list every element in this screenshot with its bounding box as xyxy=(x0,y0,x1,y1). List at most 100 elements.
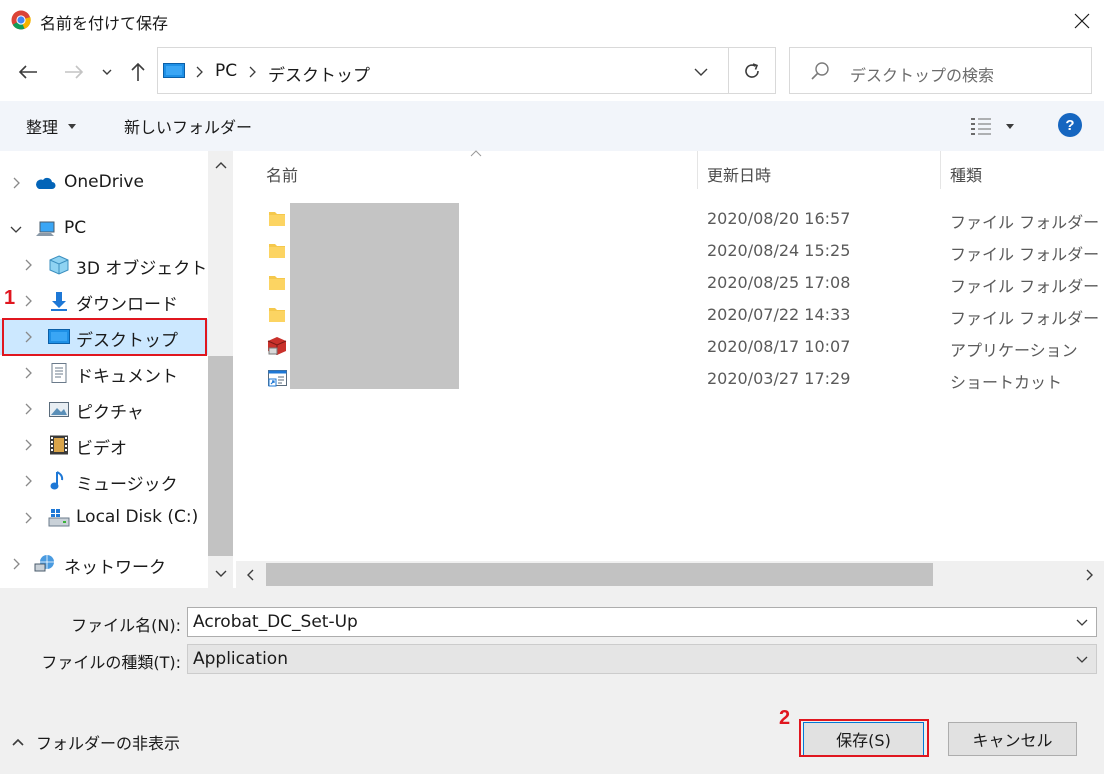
chevron-down-icon xyxy=(1076,656,1088,663)
chrome-icon xyxy=(11,10,31,30)
nav-label: ドキュメント xyxy=(76,367,178,387)
nav-label: ネットワーク xyxy=(64,558,166,578)
forward-button[interactable] xyxy=(56,56,92,88)
chevron-right-icon xyxy=(13,177,20,189)
nav-scrollbar[interactable] xyxy=(208,151,233,588)
column-header-type[interactable]: 種類 xyxy=(950,162,982,186)
column-header-name[interactable]: 名前 xyxy=(266,162,298,186)
file-type: ファイル フォルダー xyxy=(950,213,1100,232)
save-button[interactable]: 保存(S) xyxy=(803,722,924,756)
folder-icon xyxy=(269,308,285,322)
horizontal-scroll-thumb[interactable] xyxy=(266,563,933,586)
desktop-icon xyxy=(163,63,185,79)
pc-icon xyxy=(36,221,55,236)
dropdown-triangle-icon xyxy=(1006,123,1014,129)
nav-item-documents[interactable]: ドキュメント xyxy=(0,355,208,391)
help-icon: ? xyxy=(1065,116,1075,134)
filename-field[interactable]: Acrobat_DC_Set-Up xyxy=(187,607,1097,637)
chevron-right-icon xyxy=(25,259,32,271)
chevron-right-icon xyxy=(25,403,32,415)
filetype-value: Application xyxy=(193,649,288,669)
nav-item-network[interactable]: ネットワーク xyxy=(0,546,208,582)
file-type: ファイル フォルダー xyxy=(950,277,1100,296)
hide-folders-button[interactable]: フォルダーの非表示 xyxy=(12,730,180,754)
desktop-icon xyxy=(48,329,70,344)
scroll-right-icon[interactable] xyxy=(1086,569,1094,581)
step1-number: 1 xyxy=(4,287,16,309)
chevron-down-icon xyxy=(102,69,112,75)
breadcrumb-desktop[interactable]: デスクトップ xyxy=(268,61,370,86)
chevron-down-icon xyxy=(10,226,22,233)
save-form-area: ファイル名(N): Acrobat_DC_Set-Up ファイルの種類(T): … xyxy=(0,588,1104,774)
chevron-right-icon xyxy=(25,439,32,451)
column-header-modified[interactable]: 更新日時 xyxy=(707,162,771,186)
pictures-icon xyxy=(49,402,69,417)
breadcrumb-pc[interactable]: PC xyxy=(215,61,237,81)
navigation-pane: OneDrive PC 3D オブジェクト ダウンロード デスクトップ ドキュメ… xyxy=(0,151,208,588)
nav-scroll-thumb[interactable] xyxy=(208,356,233,556)
arrow-left-icon xyxy=(18,64,38,80)
nav-item-pc[interactable]: PC xyxy=(0,211,208,247)
back-button[interactable] xyxy=(10,56,46,88)
arrow-up-icon xyxy=(130,62,146,82)
view-options-button[interactable] xyxy=(966,113,1020,139)
hide-folders-label: フォルダーの非表示 xyxy=(36,734,181,753)
dropdown-triangle-icon xyxy=(68,123,77,129)
chevron-down-icon[interactable] xyxy=(1076,619,1088,626)
chevron-up-icon xyxy=(12,738,24,746)
nav-item-videos[interactable]: ビデオ xyxy=(0,427,208,463)
nav-item-downloads[interactable]: ダウンロード xyxy=(0,283,208,319)
close-button[interactable] xyxy=(1060,0,1104,42)
chevron-right-icon xyxy=(25,475,32,487)
step2-number: 2 xyxy=(779,707,791,729)
address-dropdown-icon[interactable] xyxy=(694,68,708,76)
file-modified: 2020/08/24 15:25 xyxy=(707,241,851,260)
nav-label: ミュージック xyxy=(76,475,178,495)
nav-item-local-disk[interactable]: Local Disk (C:) xyxy=(0,500,208,536)
video-icon xyxy=(50,435,68,455)
nav-item-desktop[interactable]: デスクトップ xyxy=(0,319,208,355)
shortcut-icon xyxy=(268,370,287,387)
nav-label: デスクトップ xyxy=(76,331,178,351)
cloud-icon xyxy=(36,177,56,189)
3d-objects-icon xyxy=(49,255,69,275)
arrow-right-icon xyxy=(64,64,84,80)
up-button[interactable] xyxy=(124,56,152,88)
redacted-file-names xyxy=(290,203,459,389)
horizontal-scrollbar[interactable] xyxy=(236,561,1104,588)
filetype-label: ファイルの種類(T): xyxy=(41,653,181,672)
chevron-right-icon xyxy=(25,367,32,379)
nav-item-onedrive[interactable]: OneDrive xyxy=(0,165,208,201)
cancel-label: キャンセル xyxy=(972,731,1053,750)
refresh-icon xyxy=(743,62,761,80)
filetype-select[interactable]: Application xyxy=(187,644,1097,674)
chevron-right-icon xyxy=(25,295,32,307)
recent-locations-button[interactable] xyxy=(96,62,118,82)
nav-label: ダウンロード xyxy=(76,295,178,315)
help-button[interactable]: ? xyxy=(1058,113,1082,137)
document-icon xyxy=(51,363,67,383)
address-bar[interactable]: PC デスクトップ xyxy=(157,47,776,94)
file-type: ファイル フォルダー xyxy=(950,245,1100,264)
search-input[interactable]: デスクトップの検索 xyxy=(789,47,1092,94)
file-modified: 2020/08/25 17:08 xyxy=(707,273,851,292)
organize-button[interactable]: 整理 xyxy=(18,113,77,139)
nav-label: 3D オブジェクト xyxy=(76,259,208,279)
file-modified: 2020/03/27 17:29 xyxy=(707,369,851,388)
chevron-right-icon xyxy=(25,512,32,524)
download-icon xyxy=(51,292,67,311)
nav-item-3d-objects[interactable]: 3D オブジェクト xyxy=(0,247,208,283)
nav-label: OneDrive xyxy=(64,172,144,192)
breadcrumb-separator-icon xyxy=(248,66,256,78)
scroll-down-icon[interactable] xyxy=(215,570,227,578)
search-icon xyxy=(810,61,830,81)
scroll-up-icon[interactable] xyxy=(215,161,227,169)
scroll-left-icon[interactable] xyxy=(246,569,254,581)
refresh-button[interactable] xyxy=(728,48,775,93)
cancel-button[interactable]: キャンセル xyxy=(948,722,1077,756)
nav-item-pictures[interactable]: ピクチャ xyxy=(0,391,208,427)
nav-item-music[interactable]: ミュージック xyxy=(0,463,208,499)
file-type: アプリケーション xyxy=(950,341,1078,360)
sort-ascending-icon xyxy=(470,150,482,157)
new-folder-button[interactable]: 新しいフォルダー xyxy=(116,113,252,139)
